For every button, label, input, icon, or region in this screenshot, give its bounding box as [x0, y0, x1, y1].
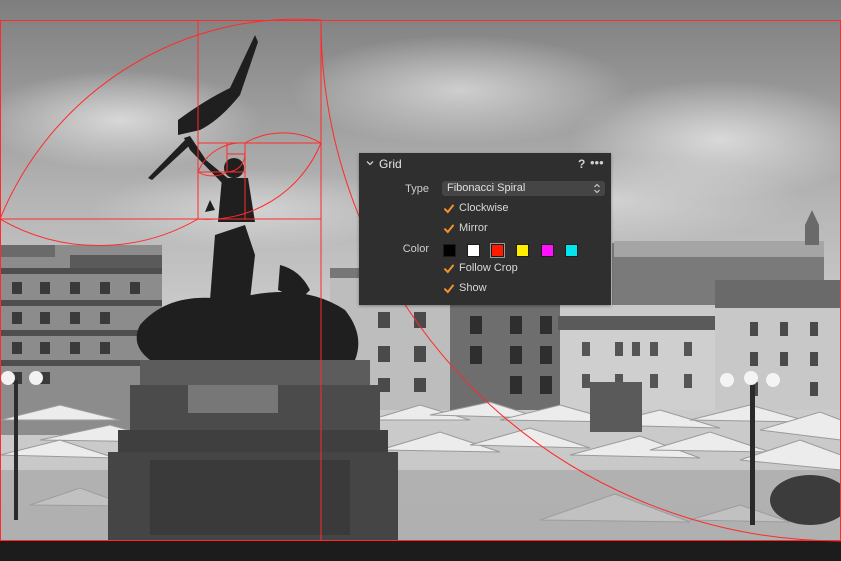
color-swatch-cyan[interactable] [565, 244, 578, 257]
color-swatch-yellow[interactable] [516, 244, 529, 257]
show-option[interactable]: Show [443, 282, 603, 296]
panel-title: Grid [379, 157, 402, 171]
follow-crop-option[interactable]: Follow Crop [443, 262, 603, 276]
color-swatch-magenta[interactable] [541, 244, 554, 257]
up-down-arrows-icon [594, 183, 600, 194]
checkmark-icon[interactable] [443, 283, 455, 295]
color-swatch-white[interactable] [467, 244, 480, 257]
grid-panel-header[interactable]: Grid ? ••• [359, 153, 611, 175]
clockwise-option[interactable]: Clockwise [443, 202, 603, 216]
more-options-button[interactable]: ••• [590, 155, 604, 170]
grid-type-value: Fibonacci Spiral [447, 182, 526, 194]
color-swatch-red[interactable] [490, 243, 505, 258]
fence [0, 540, 841, 561]
color-label: Color [402, 243, 429, 255]
checkmark-icon[interactable] [443, 223, 455, 235]
mirror-option[interactable]: Mirror [443, 222, 603, 236]
show-label: Show [459, 282, 487, 294]
follow-crop-label: Follow Crop [459, 262, 518, 274]
color-swatch-black[interactable] [443, 244, 456, 257]
help-button[interactable]: ? [578, 157, 585, 171]
grid-type-select[interactable]: Fibonacci Spiral [442, 181, 605, 196]
checkmark-icon[interactable] [443, 203, 455, 215]
image-viewer[interactable]: Grid ? ••• Type Fibonacci Spiral Clockwi… [0, 0, 841, 561]
statue-pedestal [108, 360, 398, 542]
grid-panel: Grid ? ••• Type Fibonacci Spiral Clockwi… [359, 153, 611, 305]
clockwise-label: Clockwise [459, 202, 509, 214]
checkmark-icon[interactable] [443, 263, 455, 275]
mirror-label: Mirror [459, 222, 488, 234]
chevron-down-icon[interactable] [365, 158, 375, 168]
type-label: Type [405, 183, 429, 195]
